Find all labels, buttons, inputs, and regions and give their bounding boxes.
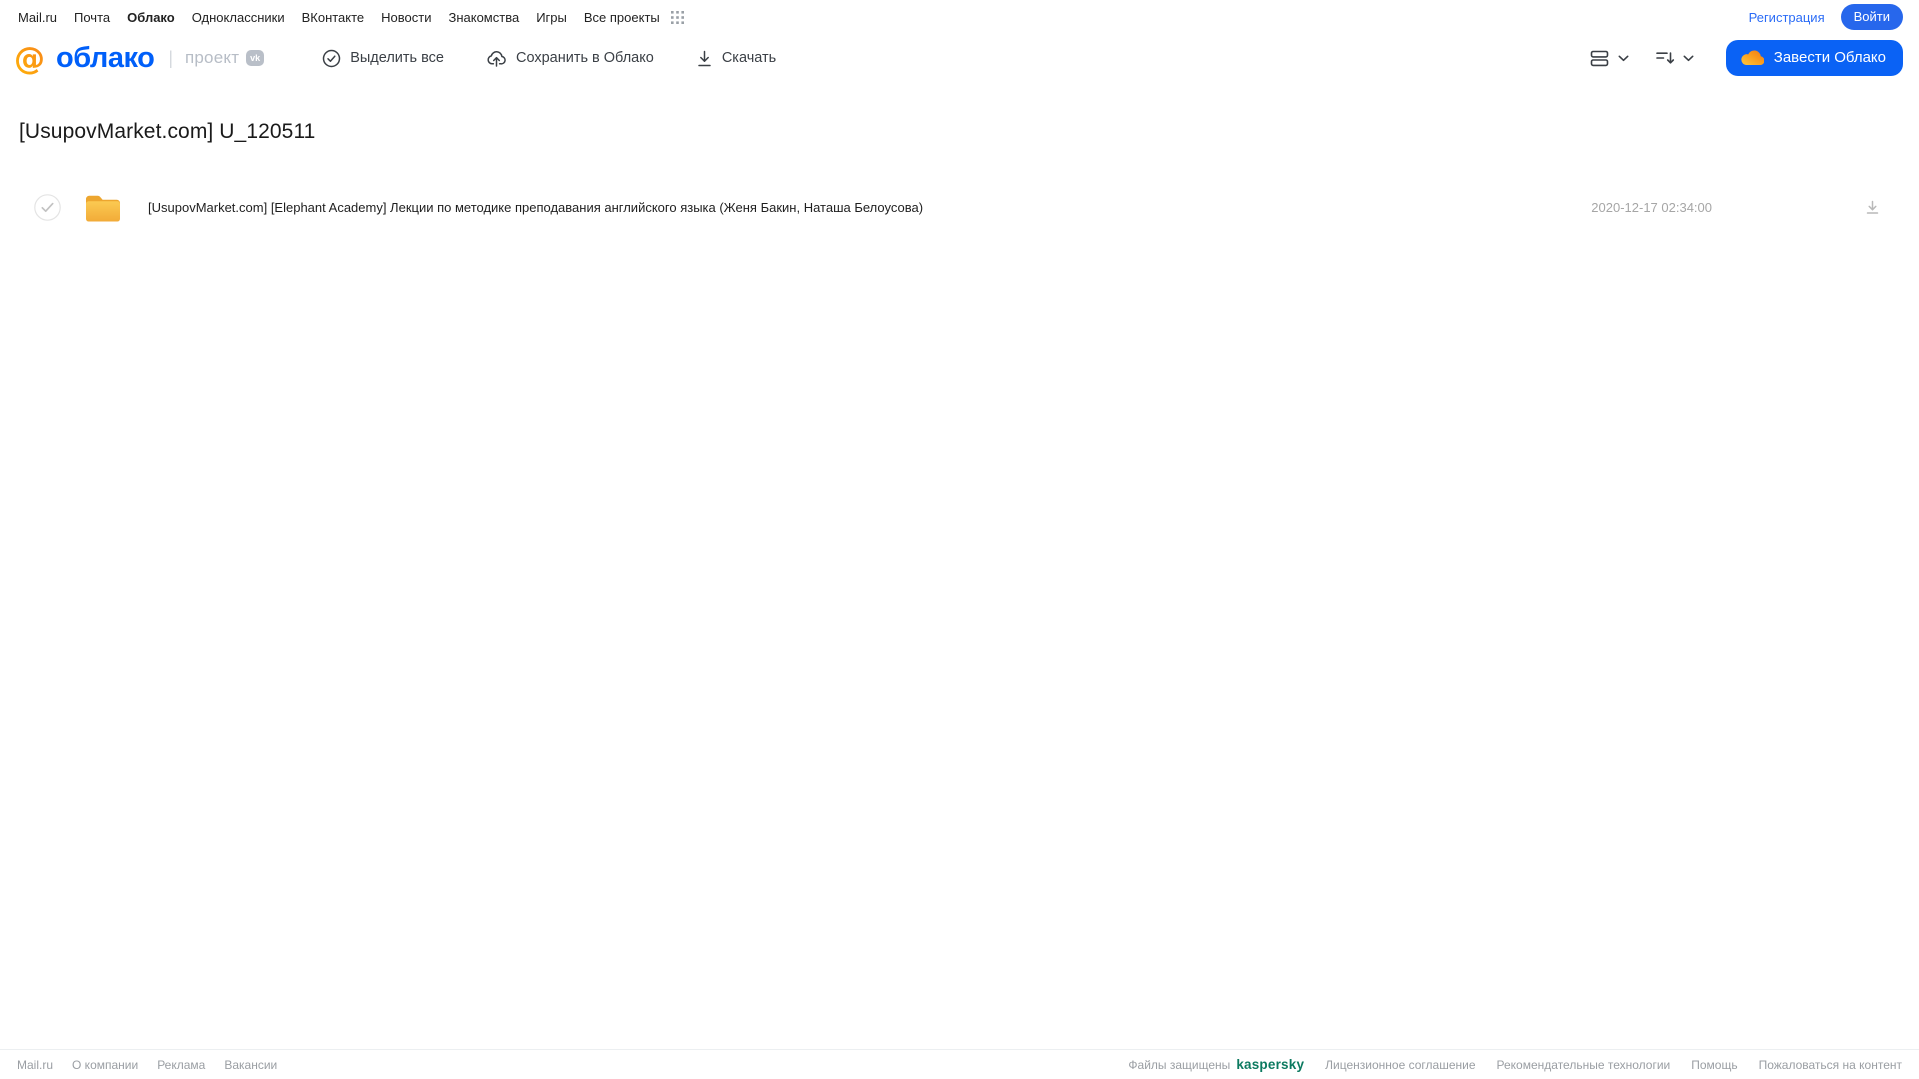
- portal-nav: Mail.ru Почта Облако Одноклассники ВКонт…: [0, 0, 1919, 30]
- select-all-button[interactable]: Выделить все: [322, 49, 444, 68]
- nav-link-znakomstva[interactable]: Знакомства: [448, 10, 519, 25]
- svg-text:@: @: [14, 41, 45, 76]
- download-button[interactable]: Скачать: [696, 49, 776, 68]
- protected-text: Файлы защищены: [1128, 1058, 1231, 1072]
- sort-control[interactable]: [1655, 50, 1694, 66]
- download-icon: [696, 49, 713, 68]
- create-cloud-button[interactable]: Завести Облако: [1725, 40, 1903, 76]
- nav-link-all-projects[interactable]: Все проекты: [584, 10, 660, 25]
- kaspersky-protection: Файлы защищены kaspersky: [1128, 1057, 1304, 1072]
- apps-grid-icon[interactable]: [670, 10, 684, 24]
- logo-wordmark: облако: [56, 41, 155, 74]
- main-content: [UsupovMarket.com] U_120511 [UsupovMarke…: [0, 92, 1919, 1049]
- create-cloud-label: Завести Облако: [1773, 49, 1886, 66]
- chevron-down-icon: [1683, 55, 1694, 62]
- row-download-icon[interactable]: [1864, 199, 1881, 216]
- footer-link-report[interactable]: Пожаловаться на контент: [1759, 1058, 1902, 1072]
- vk-badge-icon: vk: [246, 50, 265, 66]
- footer-link-recommendations[interactable]: Рекомендательные технологии: [1497, 1058, 1671, 1072]
- cloud-upload-icon: [486, 48, 507, 68]
- view-mode-control[interactable]: [1590, 50, 1629, 67]
- row-checkbox[interactable]: [34, 193, 61, 221]
- check-circle-icon: [322, 49, 341, 68]
- list-view-icon: [1590, 50, 1611, 67]
- download-label: Скачать: [721, 50, 777, 66]
- save-to-cloud-label: Сохранить в Облако: [515, 50, 654, 66]
- folder-icon: [84, 191, 122, 224]
- footer-link-ads[interactable]: Реклама: [157, 1058, 205, 1072]
- header-controls: Завести Облако: [1590, 40, 1903, 76]
- nav-link-odnoklassniki[interactable]: Одноклассники: [192, 10, 285, 25]
- file-actions-toolbar: Выделить все Сохранить в Облако Скачать: [322, 48, 818, 68]
- file-name[interactable]: [UsupovMarket.com] [Elephant Academy] Ле…: [148, 200, 1591, 215]
- kaspersky-logo[interactable]: kaspersky: [1236, 1057, 1304, 1072]
- footer-link-about[interactable]: О компании: [72, 1058, 138, 1072]
- nav-link-oblako[interactable]: Облако: [127, 10, 175, 25]
- cloud-icon: [1740, 49, 1764, 66]
- file-row[interactable]: [UsupovMarket.com] [Elephant Academy] Ле…: [0, 182, 1919, 232]
- nav-link-pochta[interactable]: Почта: [74, 10, 110, 25]
- login-button[interactable]: Войти: [1840, 4, 1903, 30]
- app-header: @ облако | проект vk Выделить все Сохран…: [0, 30, 1919, 92]
- mailru-at-icon: @: [14, 40, 50, 76]
- cloud-logo[interactable]: @ облако | проект vk: [14, 40, 265, 76]
- select-all-label: Выделить все: [350, 50, 444, 66]
- page-title: [UsupovMarket.com] U_120511: [19, 120, 316, 143]
- nav-link-vkontakte[interactable]: ВКонтакте: [302, 10, 365, 25]
- footer-left-links: Mail.ru О компании Реклама Вакансии: [17, 1058, 296, 1072]
- nav-link-igry[interactable]: Игры: [536, 10, 567, 25]
- logo-divider: |: [168, 47, 173, 68]
- footer-right-links: Файлы защищены kaspersky Лицензионное со…: [1107, 1057, 1902, 1072]
- project-label: проект: [185, 48, 240, 67]
- page-footer: Mail.ru О компании Реклама Вакансии Файл…: [0, 1049, 1919, 1079]
- footer-link-jobs[interactable]: Вакансии: [224, 1058, 277, 1072]
- register-link[interactable]: Регистрация: [1749, 10, 1825, 25]
- nav-link-mailru[interactable]: Mail.ru: [18, 10, 57, 25]
- footer-link-help[interactable]: Помощь: [1691, 1058, 1737, 1072]
- sort-icon: [1655, 50, 1676, 66]
- nav-link-novosti[interactable]: Новости: [381, 10, 431, 25]
- save-to-cloud-button[interactable]: Сохранить в Облако: [486, 48, 654, 68]
- chevron-down-icon: [1618, 55, 1629, 62]
- file-date: 2020-12-17 02:34:00: [1591, 199, 1712, 215]
- footer-link-license[interactable]: Лицензионное соглашение: [1325, 1058, 1475, 1072]
- footer-link-mailru[interactable]: Mail.ru: [17, 1058, 53, 1072]
